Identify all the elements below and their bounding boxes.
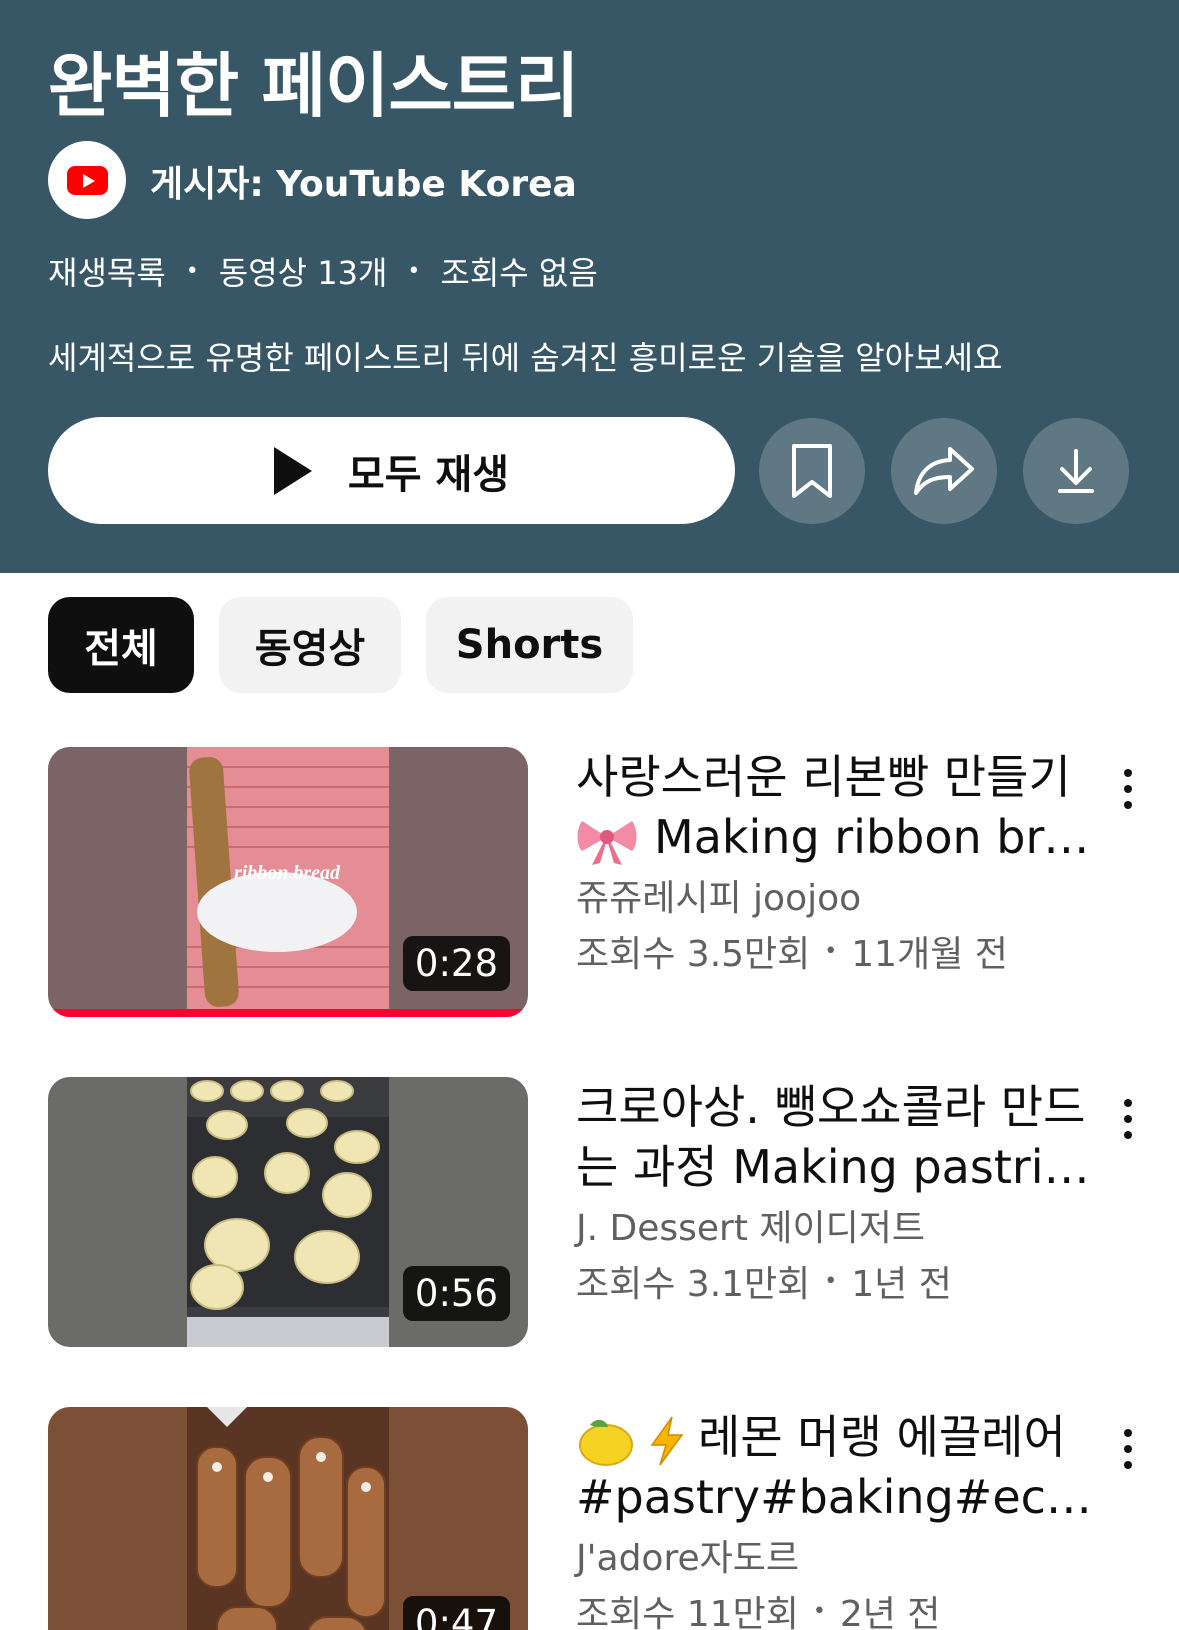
playlist-meta: 재생목록 • 동영상 13개 • 조회수 없음	[48, 248, 598, 294]
channel-name[interactable]: 게시자: YouTube Korea	[150, 155, 577, 207]
share-icon	[914, 447, 974, 495]
video-title-line: 레몬 머랭 에끌레어	[576, 1407, 1096, 1467]
more-options-icon[interactable]	[1110, 1419, 1146, 1479]
video-title-line: Making ribbon bre...	[576, 807, 1096, 867]
lightning-emoji-icon	[650, 1416, 684, 1465]
video-title-line: 크로아상. 뺑오쇼콜라 만드	[576, 1080, 1086, 1134]
video-views: 조회수 3.5만회	[576, 934, 811, 975]
video-duration: 0:56	[402, 1266, 510, 1321]
video-thumbnail[interactable]: 0:47	[48, 1407, 528, 1630]
video-age: 2년 전	[839, 1594, 941, 1630]
video-title-line: #pastry#baking#eclai...	[576, 1470, 1096, 1524]
video-title[interactable]: 크로아상. 뺑오쇼콜라 만드 는 과정 Making pastrie...	[576, 1077, 1096, 1197]
video-age: 11개월 전	[851, 934, 1008, 975]
video-stats: 조회수 11만회 • 2년 전	[576, 1585, 940, 1630]
video-duration: 0:28	[402, 936, 510, 991]
video-duration: 0:47	[402, 1596, 510, 1630]
separator-dot: •	[812, 1598, 826, 1624]
video-count: 동영상 13개	[218, 254, 388, 292]
playlist-type: 재생목록	[48, 254, 166, 292]
video-title[interactable]: 사랑스러운 리본빵 만들기 Making ribbon bre...	[576, 747, 1096, 867]
playlist-title: 완벽한 페이스트리	[48, 45, 580, 127]
list-item: ribbon bread 0:28 사랑스러운 리본빵 만들기 Making r…	[0, 747, 1179, 1027]
play-all-label: 모두 재생	[347, 451, 510, 498]
more-options-icon[interactable]	[1110, 1089, 1146, 1149]
svg-text:ribbon bread: ribbon bread	[234, 862, 341, 884]
separator-dot: •	[185, 258, 199, 284]
list-item: 0:56 크로아상. 뺑오쇼콜라 만드 는 과정 Making pastrie.…	[0, 1077, 1179, 1357]
separator-dot: •	[407, 258, 421, 284]
video-title-line: 는 과정 Making pastrie...	[576, 1140, 1096, 1194]
download-button[interactable]	[1023, 418, 1129, 524]
video-channel-name[interactable]: 쥬쥬레시피 joojoo	[576, 869, 861, 921]
playlist-description: 세계적으로 유명한 페이스트리 뒤에 숨겨진 흥미로운 기술을 알아보세요	[48, 339, 1003, 377]
play-icon	[273, 446, 312, 495]
separator-dot: •	[824, 938, 838, 964]
playlist-header: 완벽한 페이스트리 게시자: YouTube Korea 재생목록 • 동영상 …	[0, 0, 1179, 573]
thumbnail-image	[187, 1407, 389, 1630]
filter-chip-all[interactable]: 전체	[48, 597, 194, 693]
video-age: 1년 전	[851, 1264, 952, 1305]
play-all-button[interactable]: 모두 재생	[48, 417, 735, 524]
thumbnail-image: ribbon bread	[187, 747, 389, 1017]
video-stats: 조회수 3.5만회 • 11개월 전	[576, 925, 1008, 977]
youtube-logo-icon	[67, 166, 108, 195]
video-thumbnail[interactable]: ribbon bread 0:28	[48, 747, 528, 1017]
video-channel-name[interactable]: J'adore자도르	[576, 1529, 799, 1581]
watch-progress-bar	[48, 1009, 528, 1017]
filter-chip-videos[interactable]: 동영상	[219, 597, 401, 693]
more-options-icon[interactable]	[1110, 759, 1146, 819]
video-title-line: 사랑스러운 리본빵 만들기	[576, 750, 1071, 804]
save-button[interactable]	[759, 418, 865, 524]
lemon-emoji-icon	[579, 1419, 633, 1466]
thumbnail-image	[187, 1077, 389, 1347]
channel-avatar[interactable]	[48, 141, 126, 219]
share-button[interactable]	[891, 418, 997, 524]
video-thumbnail[interactable]: 0:56	[48, 1077, 528, 1347]
video-stats: 조회수 3.1만회 • 1년 전	[576, 1255, 952, 1307]
download-icon	[1058, 449, 1094, 493]
bookmark-icon	[792, 444, 832, 498]
view-count: 조회수 없음	[440, 254, 598, 292]
bow-emoji-icon	[577, 820, 637, 865]
video-channel-name[interactable]: J. Dessert 제이디저트	[576, 1199, 925, 1251]
video-views: 조회수 11만회	[576, 1594, 799, 1630]
filter-chip-shorts[interactable]: Shorts	[426, 597, 633, 693]
list-item: 0:47 레몬 머랭 에끌레어 #pastry#baking#eclai... …	[0, 1407, 1179, 1630]
separator-dot: •	[824, 1268, 838, 1294]
video-title[interactable]: 레몬 머랭 에끌레어 #pastry#baking#eclai...	[576, 1407, 1096, 1527]
video-views: 조회수 3.1만회	[576, 1264, 811, 1305]
